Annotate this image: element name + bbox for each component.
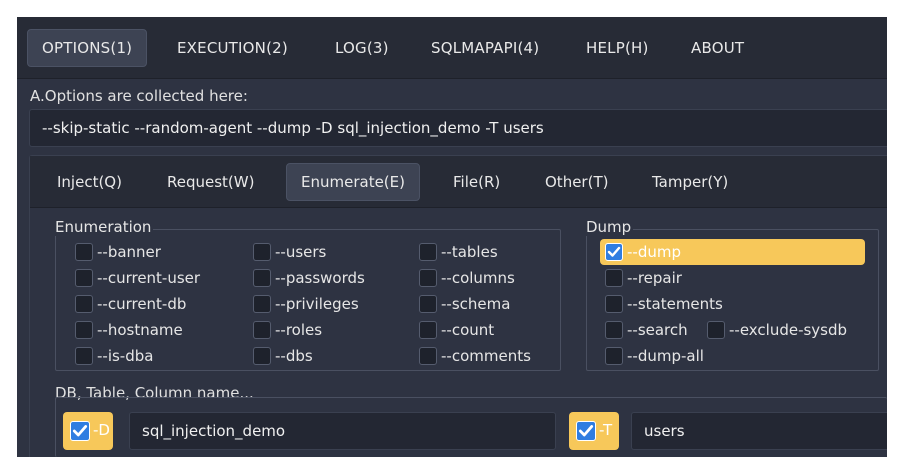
tab-bar: Inject(Q) Request(W) Enumerate(E) File(R… [30, 156, 887, 208]
checkbox-label: --users [275, 243, 327, 261]
checkbox-label: --dump [627, 243, 681, 261]
tab-other[interactable]: Other(T) [530, 163, 623, 201]
table-toggle-label: -T [599, 421, 613, 439]
checkbox-box[interactable] [253, 295, 271, 313]
checkbox-box[interactable] [605, 269, 623, 287]
menu-options[interactable]: OPTIONS(1) [27, 29, 148, 67]
sqlmap-gui-window: OPTIONS(1) EXECUTION(2) LOG(3) SQLMAPAPI… [17, 17, 887, 457]
checkmark-icon [72, 425, 88, 437]
menu-bar: OPTIONS(1) EXECUTION(2) LOG(3) SQLMAPAPI… [17, 17, 887, 79]
checkbox-box[interactable] [75, 243, 93, 261]
checkbox-box[interactable] [707, 321, 725, 339]
checkbox-box[interactable] [253, 269, 271, 287]
menu-log[interactable]: LOG(3) [321, 29, 403, 67]
checkbox-label: --current-user [97, 269, 201, 287]
checkbox-label: --count [441, 321, 495, 339]
db-toggle-label: -D [93, 421, 110, 439]
tab-tamper[interactable]: Tamper(Y) [637, 163, 743, 201]
checkbox-label: --statements [627, 295, 723, 313]
menu-sqlmapapi[interactable]: SQLMAPAPI(4) [417, 29, 553, 67]
checkmark-icon [578, 425, 594, 437]
checkbox-box[interactable] [70, 421, 90, 441]
checkbox-box[interactable] [419, 321, 437, 339]
checkbox-label: --exclude-sysdb [729, 321, 848, 339]
checkbox-label: --dbs [275, 347, 313, 365]
options-command-field[interactable]: --skip-static --random-agent --dump -D s… [29, 109, 887, 147]
db-name-input[interactable]: sql_injection_demo [129, 412, 556, 450]
checkbox-label: --passwords [275, 269, 365, 287]
checkbox-label: --search [627, 321, 688, 339]
checkbox-box[interactable] [605, 243, 623, 261]
checkbox-box[interactable] [75, 269, 93, 287]
checkbox-box[interactable] [605, 347, 623, 365]
checkbox-label: --roles [275, 321, 323, 339]
checkbox-label: --is-dba [97, 347, 154, 365]
checkbox-label: --dump-all [627, 347, 704, 365]
checkbox-box[interactable] [419, 295, 437, 313]
checkbox-box[interactable] [75, 347, 93, 365]
checkbox-box[interactable] [253, 347, 271, 365]
tab-file[interactable]: File(R) [438, 163, 515, 201]
checkbox-box[interactable] [605, 295, 623, 313]
checkbox-label: --privileges [275, 295, 359, 313]
options-label: A.Options are collected here: [30, 87, 248, 105]
checkbox-box[interactable] [419, 243, 437, 261]
checkbox-label: --repair [627, 269, 682, 287]
checkbox-label: --tables [441, 243, 498, 261]
checkbox-label: --hostname [97, 321, 183, 339]
enumeration-title: Enumeration [53, 218, 154, 236]
checkbox-box[interactable] [419, 347, 437, 365]
tab-inject[interactable]: Inject(Q) [42, 163, 137, 201]
db-toggle[interactable]: -D [63, 412, 113, 450]
checkmark-icon [607, 246, 621, 257]
checkbox-label: --banner [97, 243, 161, 261]
checkbox-box[interactable] [75, 295, 93, 313]
checkbox-label: --comments [441, 347, 531, 365]
checkbox-box[interactable] [253, 321, 271, 339]
table-toggle[interactable]: -T [569, 412, 619, 450]
checkbox-box[interactable] [576, 421, 596, 441]
dump-title: Dump [584, 218, 634, 236]
checkbox-box[interactable] [419, 269, 437, 287]
tab-enumerate[interactable]: Enumerate(E) [286, 163, 420, 201]
checkbox-box[interactable] [253, 243, 271, 261]
menu-help[interactable]: HELP(H) [572, 29, 663, 67]
tab-request[interactable]: Request(W) [152, 163, 269, 201]
checkbox-box[interactable] [75, 321, 93, 339]
table-name-input[interactable]: users [631, 412, 887, 450]
checkbox-box[interactable] [605, 321, 623, 339]
menu-about[interactable]: ABOUT [677, 29, 758, 67]
checkbox-label: --columns [441, 269, 515, 287]
menu-execution[interactable]: EXECUTION(2) [163, 29, 302, 67]
checkbox-label: --current-db [97, 295, 187, 313]
checkbox-label: --schema [441, 295, 511, 313]
